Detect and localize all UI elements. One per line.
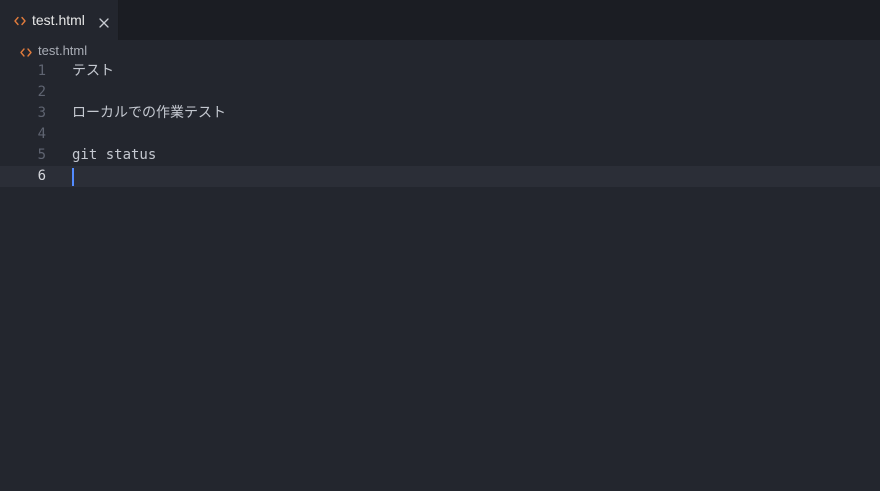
line-number: 4 [37,126,46,142]
tab-bar: test.html [0,0,880,40]
code-line[interactable]: 3 ローカルでの作業テスト [0,103,880,124]
code-line[interactable]: 4 [0,124,880,145]
line-number: 6 [37,168,46,184]
breadcrumb[interactable]: test.html [0,40,880,61]
code-line[interactable]: 5 git status [0,145,880,166]
line-text[interactable]: ローカルでの作業テスト [72,103,226,124]
close-icon[interactable] [98,14,110,28]
tab-test-html[interactable]: test.html [0,0,119,40]
html-file-icon [20,44,32,57]
current-code-line[interactable]: 6 [0,166,880,187]
line-text[interactable]: テスト [72,61,114,82]
line-text[interactable]: git status [72,145,156,166]
line-number: 2 [37,84,46,100]
line-number: 5 [37,147,46,163]
breadcrumb-label: test.html [38,43,88,58]
code-editor: test.html test.html 1 テスト 2 3 ローカルでの作業テス… [0,0,880,491]
text-cursor [72,168,74,186]
code-line[interactable]: 1 テスト [0,61,880,82]
html-file-icon [14,13,26,27]
code-line[interactable]: 2 [0,82,880,103]
line-number: 3 [37,105,46,121]
line-number: 1 [37,63,46,79]
code-area[interactable]: 1 テスト 2 3 ローカルでの作業テスト 4 5 git status 6 [0,61,880,491]
tab-label: test.html [32,12,85,28]
